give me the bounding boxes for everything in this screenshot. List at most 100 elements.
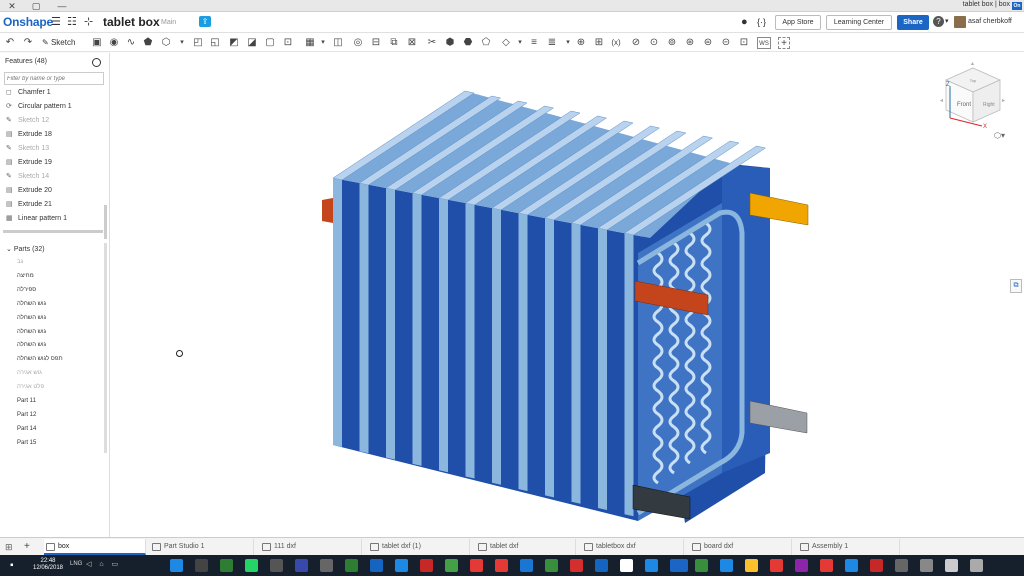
taskbar-app-icon[interactable] (895, 559, 908, 572)
avatar[interactable] (954, 16, 966, 28)
part-item[interactable]: גוש השחלה (17, 329, 46, 341)
chevron-down-icon[interactable]: ▾ (945, 16, 949, 28)
slat-face[interactable] (333, 178, 342, 447)
tab-0[interactable]: box (44, 539, 146, 555)
chevron-down-icon[interactable]: ▾ (176, 37, 188, 49)
rotate-up-icon[interactable]: ▴ (971, 61, 974, 67)
taskbar-app-icon[interactable] (370, 559, 383, 572)
split-icon[interactable]: ⊟ (370, 37, 382, 49)
revolve-icon[interactable]: ◉ (108, 37, 120, 49)
taskbar-app-icon[interactable] (845, 559, 858, 572)
feature-item[interactable]: ✎ Sketch 12 (6, 116, 49, 128)
taskbar-app-icon[interactable] (570, 559, 583, 572)
taskbar-app-icon[interactable] (645, 559, 658, 572)
slat-face[interactable] (518, 213, 528, 492)
rib-icon[interactable]: ◪ (246, 37, 258, 49)
offset-surface-icon[interactable]: ⬠ (480, 37, 492, 49)
branch-label[interactable]: Main (161, 19, 176, 26)
plane-icon[interactable]: ◇ (500, 37, 512, 49)
workspace-icon[interactable]: WS (757, 37, 771, 49)
taskbar-app-icon[interactable] (720, 559, 733, 572)
loft-icon[interactable]: ⬟ (142, 37, 154, 49)
feature-item[interactable]: ◻ Chamfer 1 (6, 88, 51, 100)
part-item[interactable]: פלט אגירה (17, 384, 44, 396)
hole-icon[interactable]: ⊡ (282, 37, 294, 49)
corner-icon[interactable]: ⊛ (684, 37, 696, 49)
feature-item[interactable]: ▦ Linear pattern 1 (6, 214, 67, 226)
taskbar-app-icon[interactable] (795, 559, 808, 572)
taskbar-app-icon[interactable] (745, 559, 758, 572)
helix-icon[interactable]: ≡ (528, 37, 540, 49)
draft-icon[interactable]: ◩ (228, 37, 240, 49)
taskbar-app-icon[interactable] (970, 559, 983, 572)
chamfer-icon[interactable]: ◱ (209, 37, 221, 49)
taskbar-app-icon[interactable] (695, 559, 708, 572)
add-tab-icon[interactable]: + (24, 539, 30, 555)
appearance-panel-icon[interactable]: ⧉ (1010, 279, 1022, 293)
feature-item[interactable]: ▤ Extrude 20 (6, 186, 52, 198)
taskbar-app-icon[interactable] (870, 559, 883, 572)
delete-part-icon[interactable]: ⊠ (406, 37, 418, 49)
slat-face[interactable] (412, 193, 422, 466)
taskbar-app-icon[interactable] (770, 559, 783, 572)
restore-window-button[interactable]: ▢ (26, 0, 46, 12)
taskbar-app-icon[interactable] (270, 559, 283, 572)
taskbar-app-icon[interactable] (620, 559, 633, 572)
part-item[interactable]: Part 11 (17, 398, 36, 410)
bend-relief-icon[interactable]: ⊜ (702, 37, 714, 49)
slat-face[interactable] (492, 208, 501, 485)
feature-item[interactable]: ▤ Extrude 18 (6, 130, 52, 142)
taskbar-app-icon[interactable] (220, 559, 233, 572)
part-item[interactable]: Part 15 (17, 440, 36, 452)
part-item[interactable]: גוש השחלה (17, 342, 46, 354)
graphics-viewport[interactable] (110, 53, 1024, 537)
tab-5[interactable]: tabletbox dxf (582, 539, 684, 555)
tablet-box-model[interactable] (110, 53, 1024, 537)
form-icon[interactable]: ⊝ (720, 37, 732, 49)
tab-icon[interactable]: ⊚ (666, 37, 678, 49)
tab-6[interactable]: board dxf (690, 539, 792, 555)
feature-item[interactable]: ✎ Sketch 14 (6, 172, 49, 184)
document-title[interactable]: tablet box (103, 15, 160, 29)
variables-icon[interactable]: {·} (757, 16, 766, 28)
taskbar-app-icon[interactable] (445, 559, 458, 572)
taskbar-app-icon[interactable] (820, 559, 833, 572)
feature-list-icon[interactable]: ☷ (67, 16, 77, 28)
part-item[interactable]: מחיצה (17, 273, 34, 285)
taskbar-app-icon[interactable] (170, 559, 183, 572)
user-name[interactable]: asaf cherbkoff (968, 18, 1012, 25)
tab-3[interactable]: tablet dxf (1) (368, 539, 470, 555)
taskbar-app-icon[interactable] (345, 559, 358, 572)
shell-icon[interactable]: ▢ (264, 37, 276, 49)
measure-icon[interactable]: ⊕ (575, 37, 587, 49)
modify-fillet-icon[interactable]: ✂ (426, 37, 438, 49)
sweep-icon[interactable]: ∿ (125, 37, 137, 49)
chevron-down-icon[interactable]: ▾ (514, 37, 526, 49)
slat-face[interactable] (624, 233, 634, 517)
slat-face[interactable] (386, 188, 395, 460)
flange-icon[interactable]: ⊙ (648, 37, 660, 49)
part-item[interactable]: גוש השחלה (17, 301, 46, 313)
part-item[interactable]: Part 12 (17, 412, 36, 424)
start-icon[interactable]: ▪ (10, 559, 23, 572)
flat-icon[interactable]: ⊡ (738, 37, 750, 49)
learning-center-button[interactable]: Learning Center (826, 15, 892, 30)
part-item[interactable]: Part 14 (17, 426, 36, 438)
panel-divider[interactable] (3, 230, 103, 233)
tab-1[interactable]: Part Studio 1 (150, 539, 254, 555)
view-cube[interactable]: Top Front Right Z X ◂ ▸ ▴ ⬡▾ (938, 60, 1008, 144)
redo-icon[interactable]: ↷ (22, 37, 34, 49)
clock[interactable]: 22:48 12/06/2018 (31, 558, 65, 572)
language-indicator[interactable]: LNG (70, 561, 82, 567)
taskbar-app-icon[interactable] (420, 559, 433, 572)
taskbar-app-icon[interactable] (470, 559, 483, 572)
transform-icon[interactable]: ⧉ (388, 37, 400, 49)
rotate-left-icon[interactable]: ◂ (940, 98, 943, 104)
slat-face[interactable] (439, 198, 448, 473)
chevron-down-icon[interactable]: ▾ (317, 37, 329, 49)
fillet-icon[interactable]: ◰ (192, 37, 204, 49)
sketch-button[interactable]: ✎ Sketch (42, 37, 75, 49)
taskbar-app-icon[interactable] (295, 559, 308, 572)
comments-icon[interactable]: ● (741, 16, 748, 28)
feature-item[interactable]: ✎ Sketch 13 (6, 144, 49, 156)
